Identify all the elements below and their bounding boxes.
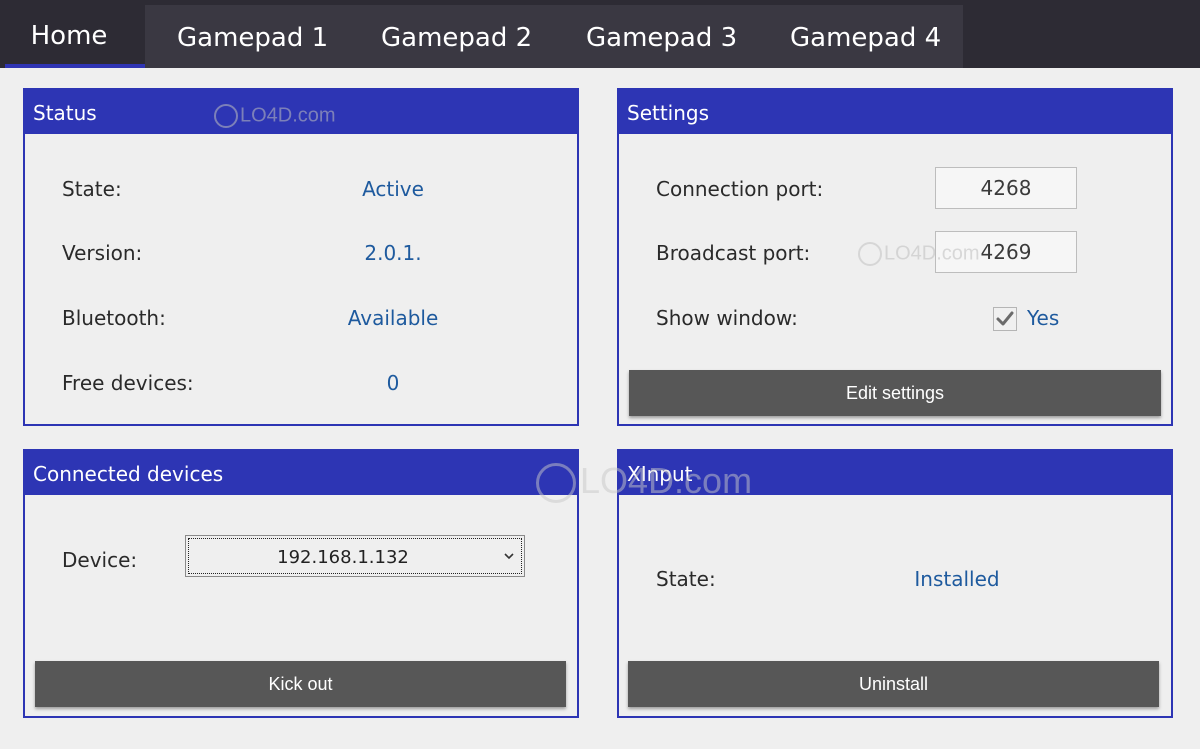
watermark-text: LO4D.com <box>884 242 980 265</box>
uninstall-button[interactable]: Uninstall <box>628 661 1159 707</box>
connection-port-label: Connection port: <box>656 177 824 201</box>
version-value: 2.0.1. <box>364 241 422 265</box>
state-value: Active <box>362 177 424 201</box>
watermark-text: LO4D.com <box>580 460 753 501</box>
free-devices-value: 0 <box>386 371 400 395</box>
bluetooth-label: Bluetooth: <box>62 306 166 330</box>
chevron-down-icon <box>504 553 514 560</box>
tab-strip: Home Gamepad 1 Gamepad 2 Gamepad 3 Gamep… <box>5 5 963 68</box>
broadcast-port-label: Broadcast port: <box>656 241 811 265</box>
watermark-logo: LO4D.com <box>214 104 336 128</box>
settings-panel-title: Settings <box>619 90 1171 134</box>
device-select[interactable]: 192.168.1.132 <box>185 535 525 577</box>
watermark-text: LO4D.com <box>240 104 336 127</box>
xinput-state-label: State: <box>656 567 716 591</box>
watermark-logo: LO4D.com <box>536 460 753 504</box>
free-devices-label: Free devices: <box>62 371 194 395</box>
tab-gamepad-1[interactable]: Gamepad 1 <box>177 5 328 68</box>
version-label: Version: <box>62 241 143 265</box>
bluetooth-value: Available <box>347 306 439 330</box>
connected-devices-panel-title: Connected devices <box>25 451 577 495</box>
tab-bar: Home Gamepad 1 Gamepad 2 Gamepad 3 Gamep… <box>0 0 1200 68</box>
watermark-icon <box>214 104 238 128</box>
kick-out-button[interactable]: Kick out <box>35 661 566 707</box>
watermark-logo: LO4D.com <box>858 242 980 266</box>
edit-settings-button[interactable]: Edit settings <box>629 370 1161 416</box>
connected-devices-panel: Connected devices Device: 192.168.1.132 … <box>23 449 579 718</box>
watermark-icon <box>858 242 882 266</box>
device-selected-value: 192.168.1.132 <box>277 547 409 568</box>
state-label: State: <box>62 177 122 201</box>
tab-gamepad-3[interactable]: Gamepad 3 <box>586 5 737 68</box>
show-window-checkbox[interactable] <box>993 307 1017 331</box>
connection-port-input[interactable]: 4268 <box>935 167 1077 209</box>
show-window-value: Yes <box>1027 306 1060 330</box>
status-panel: Status State: Active Version: 2.0.1. Blu… <box>23 88 579 426</box>
xinput-state-value: Installed <box>914 567 1000 591</box>
show-window-label: Show window: <box>656 306 798 330</box>
watermark-icon <box>536 463 576 504</box>
tab-gamepad-2[interactable]: Gamepad 2 <box>381 5 532 68</box>
tab-gamepad-4[interactable]: Gamepad 4 <box>790 5 941 68</box>
tab-home[interactable]: Home <box>5 5 145 68</box>
device-select-focus-ring: 192.168.1.132 <box>188 538 522 574</box>
checkmark-icon <box>996 311 1014 326</box>
device-label: Device: <box>62 548 138 572</box>
